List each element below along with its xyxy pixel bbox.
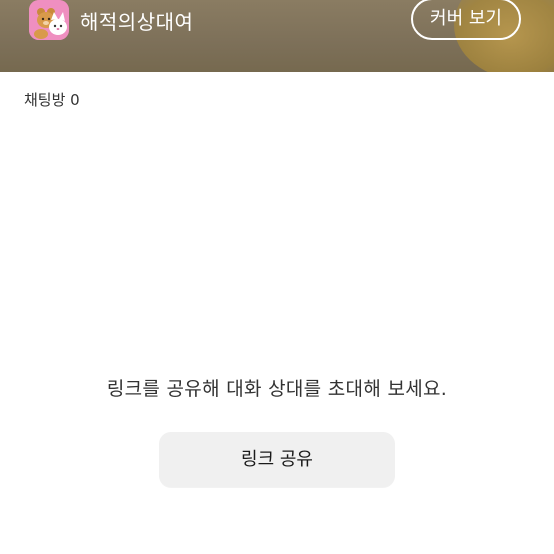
chat-room-count: 채팅방 0 [24,91,80,109]
profile-avatar-icon[interactable] [29,0,69,40]
profile-title: 해적의상대여 [80,10,194,34]
share-link-button[interactable]: 링크 공유 [159,432,395,487]
cat-bear-avatar-icon [29,0,69,40]
empty-state-message: 링크를 공유해 대화 상대를 초대해 보세요. [106,378,448,400]
header-bar: 해적의상대여 커버 보기 [0,0,554,72]
view-cover-button[interactable]: 커버 보기 [411,0,521,40]
